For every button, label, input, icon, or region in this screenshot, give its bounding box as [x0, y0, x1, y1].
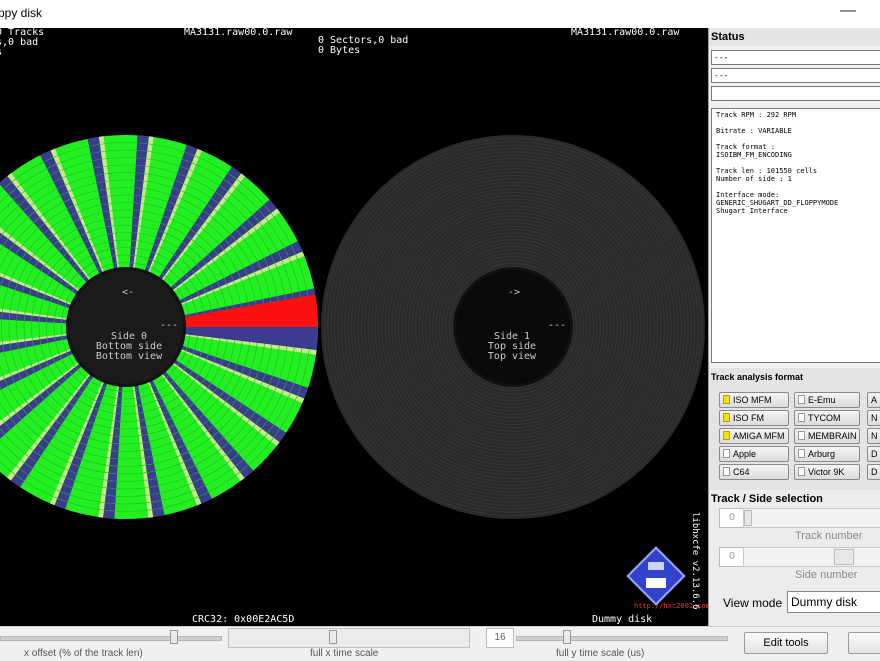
format-button-partial-3[interactable]: D	[867, 446, 880, 462]
format-checkbox[interactable]	[723, 413, 730, 422]
track-side-header: Track / Side selection	[711, 493, 823, 505]
view-mode-label: View mode	[723, 596, 783, 610]
track-format-header: Track analysis format	[711, 372, 804, 382]
side-0-disk	[0, 135, 318, 519]
track-info-text: Track RPM : 292 RPM Bitrate : VARIABLE T…	[711, 108, 880, 363]
status-field-1: ---	[711, 50, 880, 65]
bottom-toolbar: x offset (% of the track len) full x tim…	[0, 626, 880, 661]
format-label: Victor 9K	[808, 467, 845, 477]
format-label: MEMBRAIN	[808, 431, 857, 441]
view-mode-select[interactable]: Dummy disk	[787, 591, 880, 613]
format-label: Arburg	[808, 449, 836, 459]
format-checkbox[interactable]	[723, 395, 730, 404]
format-button-membrain[interactable]: MEMBRAIN	[794, 428, 860, 444]
format-button-apple[interactable]: Apple	[719, 446, 789, 462]
format-button-partial-1[interactable]: N	[867, 410, 880, 426]
format-button-c64[interactable]: C64	[719, 464, 789, 480]
format-checkbox[interactable]	[723, 467, 730, 476]
minimize-button[interactable]: —	[840, 2, 856, 20]
crc-readout: CRC32: 0x00E2AC5D	[192, 614, 295, 625]
side-1-disk	[321, 135, 705, 519]
format-checkbox[interactable]	[798, 449, 805, 458]
format-button-partial-4[interactable]: D	[867, 464, 880, 480]
format-checkbox[interactable]	[798, 431, 805, 440]
side-slider-thumb[interactable]	[834, 549, 854, 565]
status-field-3	[711, 86, 880, 101]
format-button-iso-fm[interactable]: ISO FM	[719, 410, 789, 426]
edit-tools-button[interactable]: Edit tools	[744, 632, 828, 654]
format-label: C64	[733, 467, 750, 477]
format-label: ISO FM	[733, 413, 764, 423]
window-title: ppy disk	[0, 6, 43, 20]
x-offset-thumb[interactable]	[170, 630, 178, 644]
format-button-arburg[interactable]: Arburg	[794, 446, 860, 462]
format-checkbox[interactable]	[723, 449, 730, 458]
control-panel: Status --- --- Track RPM : 292 RPM Bitra…	[708, 28, 880, 626]
library-version: libhxcfe v2.13.6.6	[690, 512, 700, 610]
track-number-label: Track number	[795, 530, 863, 542]
format-label: E-Emu	[808, 395, 836, 405]
format-button-partial-2[interactable]: N	[867, 428, 880, 444]
extra-button[interactable]	[848, 632, 880, 654]
format-checkbox[interactable]	[798, 467, 805, 476]
track-slider-thumb[interactable]	[744, 510, 752, 526]
y-scale-slider[interactable]	[516, 636, 728, 641]
track-slider[interactable]	[743, 508, 880, 528]
x-offset-slider[interactable]	[0, 636, 222, 641]
side-number-label: Side number	[795, 569, 858, 581]
format-button-iso-mfm[interactable]: ISO MFM	[719, 392, 789, 408]
side-number-field[interactable]: 0	[719, 547, 745, 567]
format-label: TYCOM	[808, 413, 841, 423]
disk-type-footer: Dummy disk	[592, 614, 653, 625]
hxc-logo-icon	[626, 546, 686, 606]
x-scale-thumb[interactable]	[329, 630, 337, 644]
left-dash: ---	[160, 320, 179, 331]
y-scale-thumb[interactable]	[563, 630, 571, 644]
format-checkbox[interactable]	[798, 413, 805, 422]
format-checkbox[interactable]	[723, 431, 730, 440]
x-scale-label: full x time scale	[310, 648, 379, 659]
disk-viewer[interactable]: 0 Tracks s,0 bad s MA3131.raw00.0.raw 0 …	[0, 28, 708, 626]
format-checkbox[interactable]	[798, 395, 805, 404]
y-scale-value[interactable]: 16	[486, 628, 514, 648]
format-button-tycom[interactable]: TYCOM	[794, 410, 860, 426]
x-scale-box[interactable]	[228, 628, 470, 648]
disk-graphics	[0, 135, 705, 606]
status-section-header: Status	[709, 28, 880, 46]
status-field-2: ---	[711, 68, 880, 83]
format-button-partial-0[interactable]: A	[867, 392, 880, 408]
format-button-victor-9k[interactable]: Victor 9K	[794, 464, 860, 480]
right-side-label: Side 1 Top side Top view	[487, 331, 537, 362]
side-slider[interactable]	[743, 547, 880, 567]
format-button-e-emu[interactable]: E-Emu	[794, 392, 860, 408]
left-direction-arrow: <-	[122, 287, 135, 298]
format-label: Apple	[733, 449, 757, 459]
format-button-amiga-mfm[interactable]: AMIGA MFM	[719, 428, 789, 444]
title-bar: ppy disk —	[0, 0, 880, 29]
right-direction-arrow: ->	[508, 287, 521, 298]
x-offset-label: x offset (% of the track len)	[24, 648, 143, 659]
format-label: ISO MFM	[733, 395, 772, 405]
right-dash: ---	[548, 320, 567, 331]
left-side-label: Side 0 Bottom side Bottom view	[95, 331, 163, 362]
format-label: AMIGA MFM	[733, 431, 785, 441]
y-scale-label: full y time scale (us)	[556, 648, 645, 659]
status-header: Status	[711, 31, 745, 43]
track-number-field[interactable]: 0	[719, 508, 745, 528]
